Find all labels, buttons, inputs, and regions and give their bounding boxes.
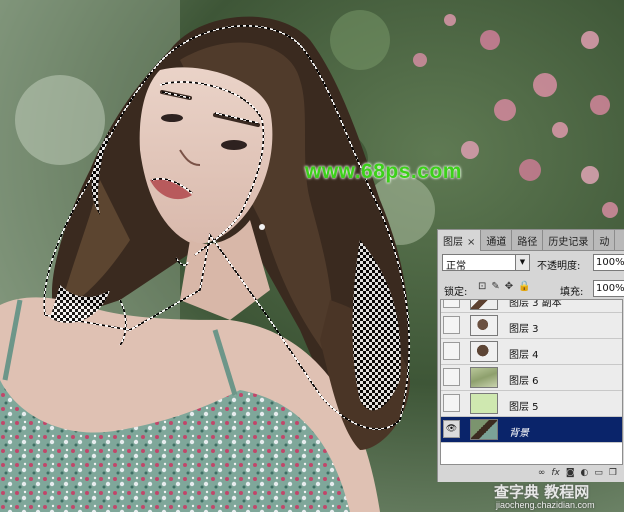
layer-row[interactable]: 图层 3 副本 — [441, 299, 622, 313]
layer-name: 图层 6 — [509, 376, 539, 387]
site-watermark: 查字典 教程网 — [494, 483, 590, 501]
opacity-label: 不透明度: — [537, 261, 581, 272]
lock-label: 锁定: — [444, 287, 468, 298]
layer-thumbnail — [470, 300, 498, 310]
tab-history[interactable]: 历史记录 — [543, 230, 595, 250]
adjustment-icon[interactable]: ◐ — [581, 468, 589, 482]
layer-thumbnail — [470, 393, 498, 414]
visibility-toggle[interactable] — [443, 342, 460, 360]
layer-name: 背景 — [509, 428, 529, 439]
layer-row[interactable]: 图层 6 — [441, 365, 622, 391]
panel-bottom-bar: ∞ fx ◙ ◐ ▭ ❐ — [438, 468, 623, 482]
layer-thumbnail — [470, 419, 498, 440]
layer-name: 图层 4 — [509, 350, 539, 361]
lock-paint-icon[interactable]: ✎ — [491, 281, 499, 292]
opacity-input[interactable]: 100% — [593, 254, 624, 271]
visibility-toggle[interactable] — [443, 300, 460, 308]
folder-icon[interactable]: ▭ — [594, 468, 603, 482]
tab-channels[interactable]: 通道 — [481, 230, 513, 250]
fx-icon[interactable]: fx — [551, 468, 560, 482]
blend-row: 正常 ▼ 不透明度: 100% — [442, 254, 624, 272]
blend-mode-select[interactable]: 正常 ▼ — [442, 254, 530, 272]
layer-thumbnail — [470, 367, 498, 388]
layer-row[interactable]: 图层 4 — [441, 339, 622, 365]
close-icon[interactable]: × — [467, 237, 475, 248]
fill-label: 填充: — [560, 287, 584, 298]
tab-paths[interactable]: 路径 — [512, 230, 544, 250]
visibility-toggle[interactable] — [443, 316, 460, 334]
new-layer-icon[interactable]: ❐ — [609, 468, 617, 482]
lock-row: 锁定: ⊡ ✎ ✥ 🔒 填充: 100% — [442, 280, 624, 298]
layers-panel: 图层 × 通道 路径 历史记录 动 正常 ▼ 不透明度: 100% 锁定: ⊡ ✎… — [437, 229, 624, 482]
lock-all-icon[interactable]: 🔒 — [518, 281, 530, 292]
layer-name: 图层 5 — [509, 402, 539, 413]
layer-thumbnail — [470, 341, 498, 362]
layer-thumbnail — [470, 315, 498, 336]
eye-icon[interactable]: 👁 — [443, 420, 460, 438]
link-icon[interactable]: ∞ — [538, 468, 546, 482]
fill-input[interactable]: 100% — [593, 280, 624, 297]
panel-tabs: 图层 × 通道 路径 历史记录 动 — [438, 230, 624, 251]
mask-icon[interactable]: ◙ — [566, 468, 575, 482]
chevron-down-icon[interactable]: ▼ — [515, 255, 529, 270]
lock-icons: ⊡ ✎ ✥ 🔒 — [478, 281, 531, 292]
layer-row-selected[interactable]: 👁 背景 — [441, 417, 622, 443]
layer-name: 图层 3 — [509, 324, 539, 335]
layers-list: 图层 3 副本 图层 3 图层 4 图层 6 图层 5 👁 背景 — [440, 299, 623, 465]
site-watermark-url: jiaocheng.chazidian.com — [496, 500, 595, 510]
tab-actions[interactable]: 动 — [594, 230, 616, 250]
blend-mode-value: 正常 — [446, 261, 466, 272]
watermark-text: www.68ps.com — [305, 160, 462, 183]
visibility-toggle[interactable] — [443, 394, 460, 412]
layer-row[interactable]: 图层 3 — [441, 313, 622, 339]
tab-label: 图层 — [443, 237, 463, 248]
lock-move-icon[interactable]: ✥ — [505, 281, 513, 292]
layer-row[interactable]: 图层 5 — [441, 391, 622, 417]
lock-transparency-icon[interactable]: ⊡ — [478, 281, 486, 292]
visibility-toggle[interactable] — [443, 368, 460, 386]
tab-layers[interactable]: 图层 × — [438, 230, 482, 251]
layer-name: 图层 3 副本 — [509, 299, 562, 309]
